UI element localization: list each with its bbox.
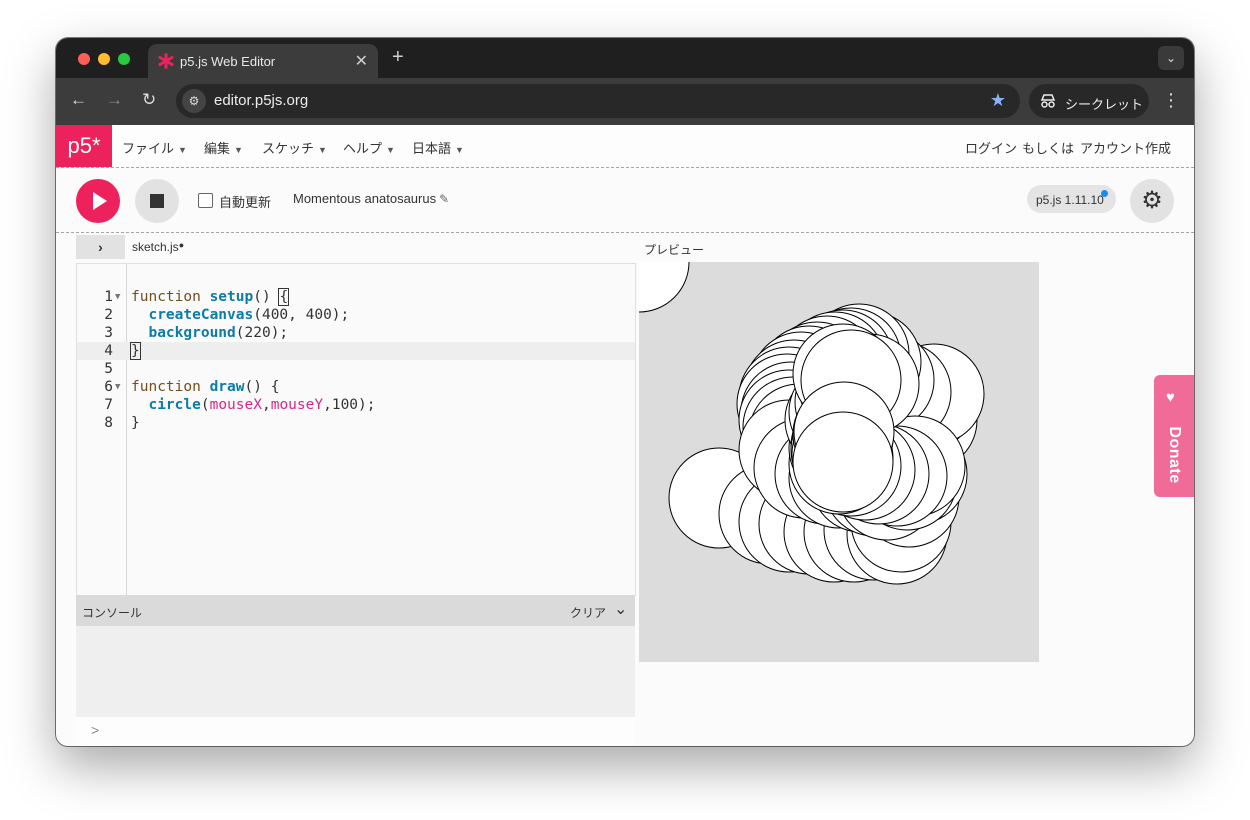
donate-tab[interactable]: ♥ Donate — [1154, 375, 1194, 497]
p5-asterisk-icon — [158, 53, 174, 69]
code-text: } — [131, 415, 140, 431]
line-number: 3 — [104, 325, 113, 341]
address-bar[interactable]: ⚙ editor.p5js.org ★ — [176, 84, 1020, 118]
browser-tab[interactable]: p5.js Web Editor ✕ — [148, 44, 378, 78]
menu-file-label: ファイル — [122, 141, 175, 156]
heart-icon: ♥ — [1166, 389, 1175, 406]
back-arrow-icon[interactable]: ← — [70, 90, 87, 110]
forward-arrow-icon[interactable]: → — [106, 90, 123, 110]
chevron-down-icon: ▼ — [234, 145, 243, 155]
new-tab-button[interactable]: + — [392, 46, 404, 69]
bookmark-star-icon[interactable]: ★ — [990, 90, 1006, 111]
version-text: p5.js 1.11.10 — [1036, 193, 1104, 207]
auto-refresh-label: 自動更新 — [219, 195, 272, 210]
p5-logo[interactable]: p5* — [56, 125, 112, 167]
site-settings-icon[interactable]: ⚙ — [182, 89, 206, 113]
menu-language[interactable]: 日本語 ▼ — [412, 138, 464, 157]
code-text: createCanvas(400, 400); — [148, 307, 350, 323]
menu-sketch[interactable]: スケッチ ▼ — [262, 138, 327, 157]
preview-label: プレビュー — [644, 243, 705, 257]
menu-help[interactable]: ヘルプ ▼ — [343, 138, 395, 157]
line-number: 4 — [104, 343, 113, 359]
chevron-down-icon: ▼ — [455, 145, 464, 155]
code-editor[interactable]: 1 ▼ function setup() { 2 createCanvas(40… — [76, 263, 636, 596]
incognito-badge[interactable]: シークレット — [1029, 84, 1149, 118]
code-text: function draw() { — [131, 379, 280, 395]
unsaved-indicator: ● — [178, 240, 185, 250]
version-badge[interactable]: p5.js 1.11.10 — [1027, 185, 1116, 213]
console-prompt-icon: > — [91, 722, 100, 738]
menu-edit[interactable]: 編集 ▼ — [204, 138, 243, 157]
line-number: 1 — [104, 289, 113, 305]
url-text: editor.p5js.org — [214, 92, 309, 109]
code-line[interactable]: 8 } — [77, 414, 635, 432]
line-number: 5 — [104, 361, 113, 377]
incognito-label: シークレット — [1065, 97, 1144, 112]
minimize-window-button[interactable] — [98, 53, 110, 65]
code-text: } — [130, 342, 141, 360]
fold-arrow-icon[interactable]: ▼ — [115, 288, 120, 306]
menu-edit-label: 編集 — [204, 141, 231, 156]
line-number: 6 — [104, 379, 113, 395]
menu-file[interactable]: ファイル ▼ — [122, 138, 187, 157]
code-line[interactable]: 1 ▼ function setup() { — [77, 288, 635, 306]
console-output — [76, 626, 635, 717]
donate-label: Donate — [1166, 426, 1183, 484]
canvas-circle — [792, 411, 894, 513]
menu-help-label: ヘルプ — [343, 141, 383, 156]
login-link[interactable]: ログイン — [965, 138, 1017, 157]
fold-arrow-icon[interactable]: ▼ — [115, 378, 120, 396]
pencil-icon[interactable]: ✎ — [439, 192, 449, 206]
code-line[interactable]: 5 — [77, 360, 635, 378]
console-input[interactable]: > — [76, 717, 635, 746]
line-number: 2 — [104, 307, 113, 323]
chevron-down-icon: ▼ — [318, 145, 327, 155]
tab-search-chevron-icon[interactable]: ⌄ — [1158, 46, 1184, 70]
reload-icon[interactable]: ↻ — [142, 90, 156, 110]
sketch-name-text: Momentous anatosaurus — [293, 191, 437, 206]
auto-refresh-checkbox[interactable] — [198, 193, 213, 208]
close-window-button[interactable] — [78, 53, 90, 65]
line-number: 7 — [104, 397, 113, 413]
line-number: 8 — [104, 415, 113, 431]
console-header: コンソール クリア ⌄ — [76, 595, 635, 626]
update-dot — [1101, 190, 1108, 197]
tab-close-icon[interactable]: ✕ — [355, 51, 368, 71]
menu-language-label: 日本語 — [412, 141, 452, 156]
or-text: もしくは — [1022, 141, 1075, 156]
code-line[interactable]: 3 background(220); — [77, 324, 635, 342]
code-text: circle(mouseX,mouseY,100); — [148, 397, 376, 413]
editor-nav: p5* ファイル ▼ 編集 ▼ スケッチ ▼ ヘルプ ▼ 日本語 ▼ ログイン もしくは … — [56, 125, 1194, 168]
chevron-down-icon: ▼ — [178, 145, 187, 155]
console-title: コンソール — [82, 606, 143, 620]
stop-button[interactable] — [135, 179, 179, 223]
code-line[interactable]: 6 ▼ function draw() { — [77, 378, 635, 396]
code-line[interactable]: 4 } — [77, 342, 635, 360]
browser-window: p5.js Web Editor ✕ + ⌄ ← → ↻ ⚙ editor.p5… — [56, 38, 1194, 746]
file-tab-sketch[interactable]: sketch.js● — [132, 240, 184, 254]
incognito-icon — [1040, 94, 1056, 108]
signup-link[interactable]: アカウント作成 — [1080, 138, 1171, 157]
browser-menu-icon[interactable]: ⋮ — [1162, 90, 1180, 111]
tab-title: p5.js Web Editor — [180, 54, 276, 69]
tab-strip: p5.js Web Editor ✕ + ⌄ — [56, 38, 1194, 78]
sketch-name[interactable]: Momentous anatosaurus ✎ — [293, 191, 449, 206]
code-line[interactable]: 7 circle(mouseX,mouseY,100); — [77, 396, 635, 414]
file-name: sketch.js — [132, 240, 179, 254]
menu-sketch-label: スケッチ — [262, 141, 315, 156]
zoom-window-button[interactable] — [118, 53, 130, 65]
code-text: function setup() { — [131, 288, 290, 306]
settings-gear-icon[interactable]: ⚙ — [1130, 179, 1174, 223]
code-line[interactable]: 2 createCanvas(400, 400); — [77, 306, 635, 324]
preview-canvas[interactable] — [639, 262, 1039, 662]
browser-toolbar: ← → ↻ ⚙ editor.p5js.org ★ シークレット ⋮ — [56, 78, 1194, 125]
play-button[interactable] — [76, 179, 120, 223]
code-text: background(220); — [148, 325, 289, 341]
chevron-down-icon: ▼ — [386, 145, 395, 155]
console-clear-button[interactable]: クリア — [570, 604, 606, 621]
sketch-controls: 自動更新 Momentous anatosaurus ✎ p5.js 1.11.1… — [56, 168, 1194, 233]
collapse-chevron-icon[interactable]: ⌄ — [614, 599, 627, 619]
sidebar-toggle-chevron-icon[interactable]: › — [76, 235, 125, 259]
